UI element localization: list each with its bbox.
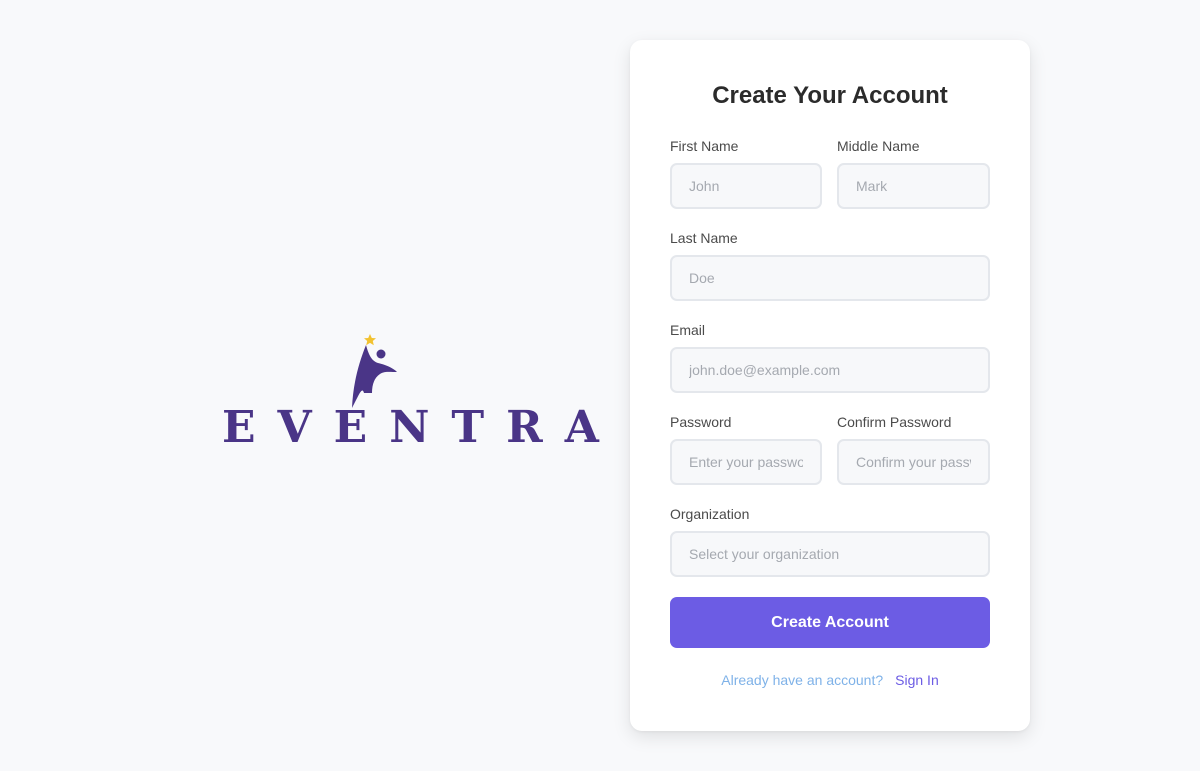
- eventra-figure-icon: [352, 334, 397, 408]
- brand-logo: EVENTRA: [222, 330, 599, 450]
- confirm-password-label: Confirm Password: [837, 414, 952, 430]
- first-name-label: First Name: [670, 138, 739, 154]
- middle-name-field[interactable]: [837, 163, 990, 209]
- signin-link[interactable]: Sign In: [895, 672, 939, 688]
- page-title: Create Your Account: [712, 82, 948, 109]
- brand-wordmark: EVENTRA: [222, 402, 621, 453]
- last-name-label: Last Name: [670, 230, 738, 246]
- organization-field[interactable]: [670, 531, 990, 577]
- star-icon: [364, 334, 376, 346]
- create-account-button[interactable]: Create Account: [670, 597, 990, 648]
- first-name-field[interactable]: [670, 163, 822, 209]
- password-label: Password: [670, 414, 732, 430]
- confirm-password-field[interactable]: [837, 439, 990, 485]
- organization-label: Organization: [670, 506, 750, 522]
- signin-row: Already have an account? Sign In: [630, 672, 1030, 688]
- signup-card: Create Your Account First Name Middle Na…: [630, 40, 1030, 731]
- password-field[interactable]: [670, 439, 822, 485]
- email-label: Email: [670, 322, 706, 338]
- last-name-field[interactable]: [670, 255, 990, 301]
- signin-prompt: Already have an account?: [721, 672, 884, 688]
- email-field[interactable]: [670, 347, 990, 393]
- middle-name-label: Middle Name: [837, 138, 920, 154]
